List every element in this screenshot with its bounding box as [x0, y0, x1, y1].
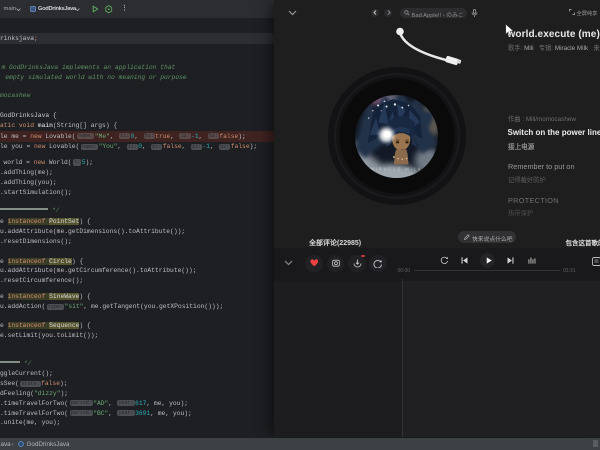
svg-text:MIRACLE MILK: MIRACLE MILK — [371, 166, 423, 171]
